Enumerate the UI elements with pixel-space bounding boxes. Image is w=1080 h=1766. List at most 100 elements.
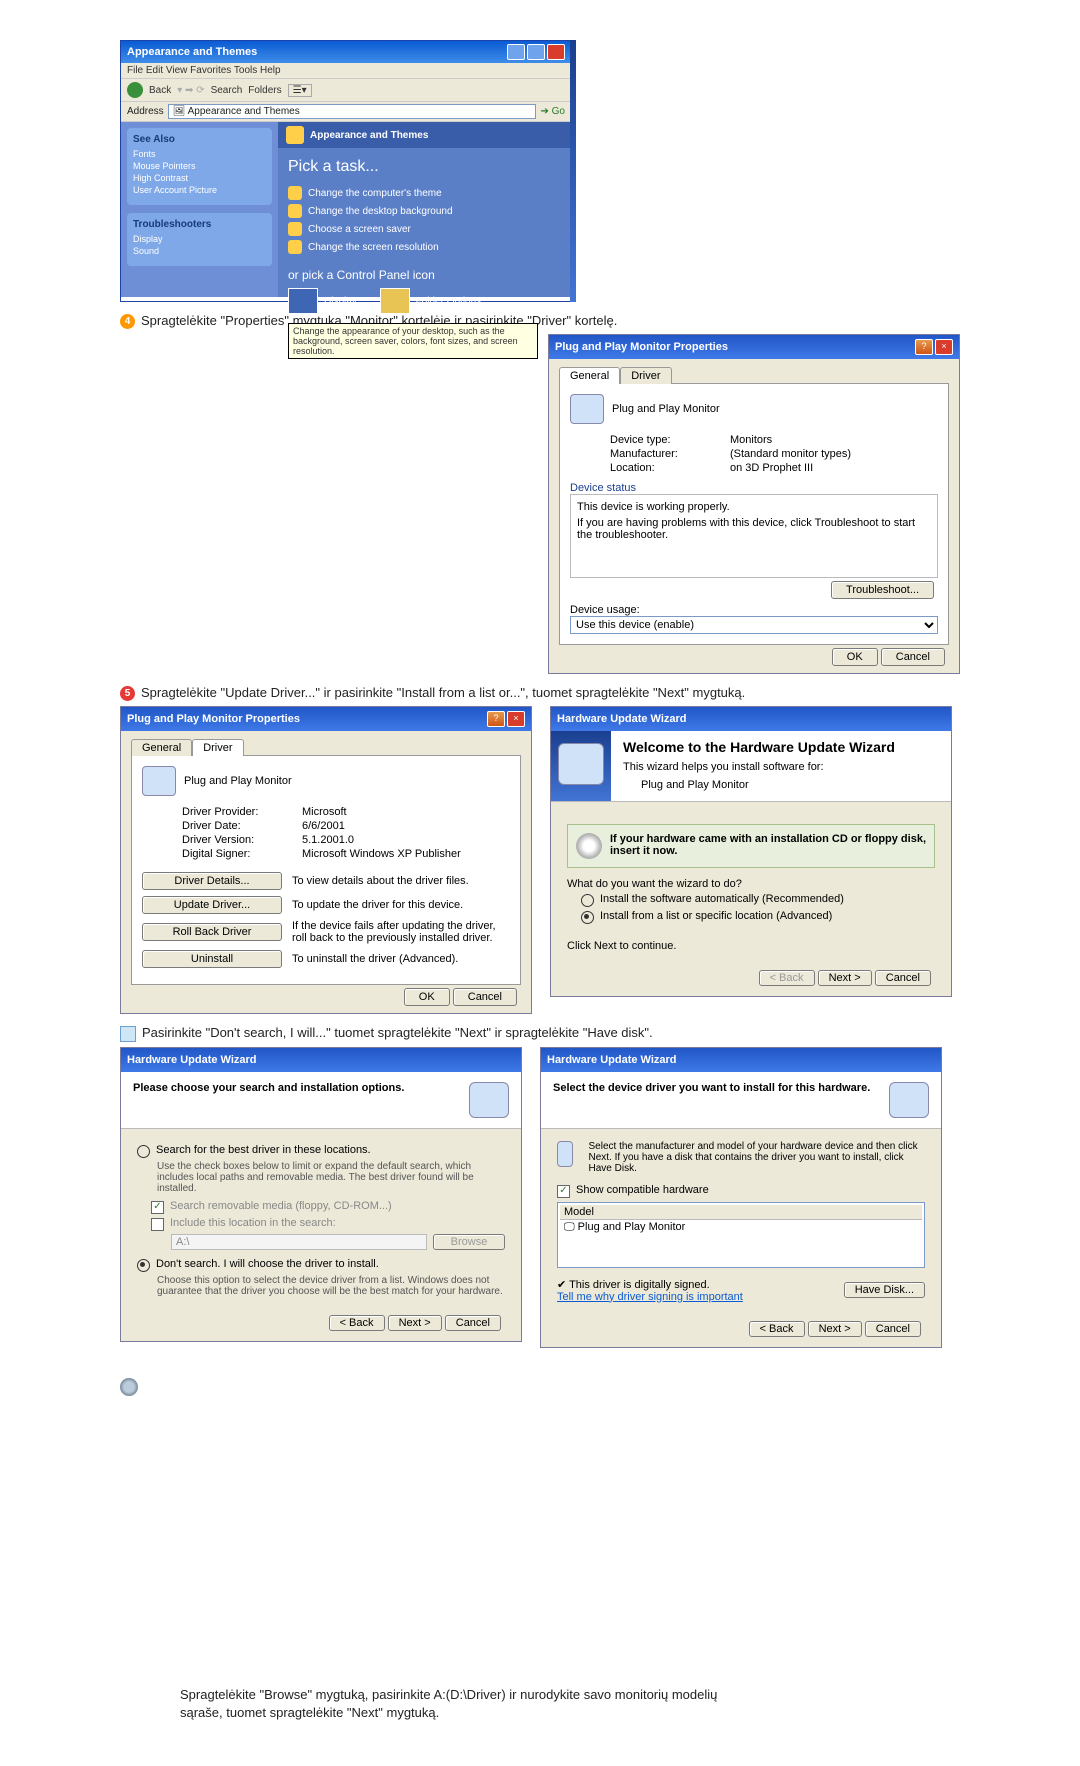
troubleshoot-button[interactable]: Troubleshoot... xyxy=(831,581,934,599)
back-button: < Back xyxy=(759,970,815,986)
wizard-icon xyxy=(469,1082,509,1118)
device-status-box: This device is working properly. If you … xyxy=(570,494,938,578)
task-item[interactable]: Change the desktop background xyxy=(288,204,561,218)
task-item[interactable]: Change the computer's theme xyxy=(288,186,561,200)
display-icon xyxy=(288,288,318,314)
next-button[interactable]: Next > xyxy=(818,970,872,986)
step-icon xyxy=(120,1026,136,1042)
instruction-step-5: 5Spragtelėkite "Update Driver..." ir pas… xyxy=(120,684,960,702)
check-removable-media: Search removable media (floppy, CD-ROM..… xyxy=(151,1200,505,1214)
model-header: Model xyxy=(560,1205,922,1220)
device-type-label: Device type: xyxy=(610,434,730,446)
model-item[interactable]: 🖵 Plug and Play Monitor xyxy=(560,1220,922,1235)
next-button[interactable]: Next > xyxy=(808,1321,862,1337)
control-panel-window: Appearance and Themes File Edit View Fav… xyxy=(120,40,572,302)
address-input[interactable]: 🖼 Appearance and Themes xyxy=(168,104,537,119)
tell-me-why-link[interactable]: Tell me why driver signing is important xyxy=(557,1291,844,1303)
monitor-icon xyxy=(570,394,604,424)
radio-dont-desc: Choose this option to select the device … xyxy=(157,1275,505,1297)
maximize-button[interactable] xyxy=(527,44,545,60)
sidebar-item[interactable]: Display xyxy=(133,234,266,244)
check-show-compat[interactable]: Show compatible hardware xyxy=(557,1184,925,1198)
sidebar: See Also Fonts Mouse Pointers High Contr… xyxy=(121,122,278,297)
back-button[interactable]: Back xyxy=(149,85,171,96)
folders-button[interactable]: Folders xyxy=(248,85,281,96)
uninstall-button[interactable]: Uninstall xyxy=(142,950,282,968)
uninstall-desc: To uninstall the driver (Advanced). xyxy=(292,953,458,965)
close-button[interactable]: × xyxy=(935,339,953,355)
close-button[interactable]: × xyxy=(507,711,525,727)
driver-version-label: Driver Version: xyxy=(182,834,302,846)
monitor-icon xyxy=(142,766,176,796)
help-button[interactable]: ? xyxy=(487,711,505,727)
main-panel: Appearance and Themes Pick a task... Cha… xyxy=(278,122,571,297)
window-titlebar: Appearance and Themes xyxy=(121,41,571,63)
sidebar-item[interactable]: User Account Picture xyxy=(133,185,266,195)
ok-button[interactable]: OK xyxy=(832,648,878,666)
toolbar: Back ▾ ➡ ⟳ Search Folders ☰▾ xyxy=(121,79,571,102)
back-button[interactable]: < Back xyxy=(749,1321,805,1337)
radio-search-best[interactable]: Search for the best driver in these loca… xyxy=(137,1144,505,1158)
cancel-button[interactable]: Cancel xyxy=(453,988,517,1006)
task-icon xyxy=(288,186,302,200)
cancel-button[interactable]: Cancel xyxy=(865,1321,921,1337)
sidebar-item[interactable]: Sound xyxy=(133,246,266,256)
tab-driver[interactable]: Driver xyxy=(192,739,243,756)
go-button[interactable]: ➔ Go xyxy=(540,106,565,117)
gear-icon xyxy=(120,1378,138,1396)
rollback-driver-button[interactable]: Roll Back Driver xyxy=(142,923,282,941)
digital-signer-label: Digital Signer: xyxy=(182,848,302,860)
help-button[interactable]: ? xyxy=(915,339,933,355)
wizard-icon xyxy=(889,1082,929,1118)
category-title: Appearance and Themes xyxy=(310,130,428,141)
model-listbox[interactable]: Model 🖵 Plug and Play Monitor xyxy=(557,1202,925,1268)
or-pick-heading: or pick a Control Panel icon xyxy=(288,268,561,282)
tab-general[interactable]: General xyxy=(131,739,192,756)
next-button[interactable]: Next > xyxy=(388,1315,442,1331)
monitor-icon xyxy=(557,1141,573,1167)
check-include-location: Include this location in the search: xyxy=(151,1217,505,1231)
location-value: on 3D Prophet III xyxy=(730,462,813,474)
sidebar-item[interactable]: Mouse Pointers xyxy=(133,161,266,171)
wizard-continue-text: Click Next to continue. xyxy=(567,940,935,952)
see-also-header: See Also xyxy=(133,134,266,145)
back-button[interactable]: < Back xyxy=(329,1315,385,1331)
driver-details-button[interactable]: Driver Details... xyxy=(142,872,282,890)
cancel-button[interactable]: Cancel xyxy=(875,970,931,986)
tab-driver[interactable]: Driver xyxy=(620,367,671,384)
dialog-title: Plug and Play Monitor Properties xyxy=(127,713,485,725)
ok-button[interactable]: OK xyxy=(404,988,450,1006)
device-usage-select[interactable]: Use this device (enable) xyxy=(570,616,938,634)
folder-options-item[interactable]: Folder Options xyxy=(380,288,482,314)
cancel-button[interactable]: Cancel xyxy=(445,1315,501,1331)
task-item[interactable]: Change the screen resolution xyxy=(288,240,561,254)
rollback-driver-desc: If the device fails after updating the d… xyxy=(292,920,510,944)
radio-install-auto[interactable]: Install the software automatically (Reco… xyxy=(581,893,935,907)
driver-provider-value: Microsoft xyxy=(302,806,347,818)
troubleshooters-header: Troubleshooters xyxy=(133,219,266,230)
driver-date-label: Driver Date: xyxy=(182,820,302,832)
have-disk-button[interactable]: Have Disk... xyxy=(844,1282,925,1298)
task-item[interactable]: Choose a screen saver xyxy=(288,222,561,236)
update-driver-button[interactable]: Update Driver... xyxy=(142,896,282,914)
minimize-button[interactable] xyxy=(507,44,525,60)
task-icon xyxy=(288,204,302,218)
wizard-select-desc: Select the manufacturer and model of you… xyxy=(589,1141,926,1174)
display-icon-item[interactable]: Display xyxy=(288,288,357,314)
radio-dont-search[interactable]: Don't search. I will choose the driver t… xyxy=(137,1258,505,1272)
location-path-input: A:\ xyxy=(171,1234,427,1250)
step-bullet-4: 4 xyxy=(120,314,135,329)
radio-install-list[interactable]: Install from a list or specific location… xyxy=(581,910,935,924)
menu-bar[interactable]: File Edit View Favorites Tools Help xyxy=(121,63,571,79)
device-status-header: Device status xyxy=(570,482,938,494)
close-button[interactable] xyxy=(547,44,565,60)
monitor-properties-driver-dialog: Plug and Play Monitor Properties ? × Gen… xyxy=(120,706,532,1014)
digital-signer-value: Microsoft Windows XP Publisher xyxy=(302,848,461,860)
search-button[interactable]: Search xyxy=(211,85,243,96)
sidebar-item[interactable]: High Contrast xyxy=(133,173,266,183)
cancel-button[interactable]: Cancel xyxy=(881,648,945,666)
tab-general[interactable]: General xyxy=(559,367,620,384)
back-icon[interactable] xyxy=(127,82,143,98)
dialog-title: Plug and Play Monitor Properties xyxy=(555,341,913,353)
sidebar-item[interactable]: Fonts xyxy=(133,149,266,159)
